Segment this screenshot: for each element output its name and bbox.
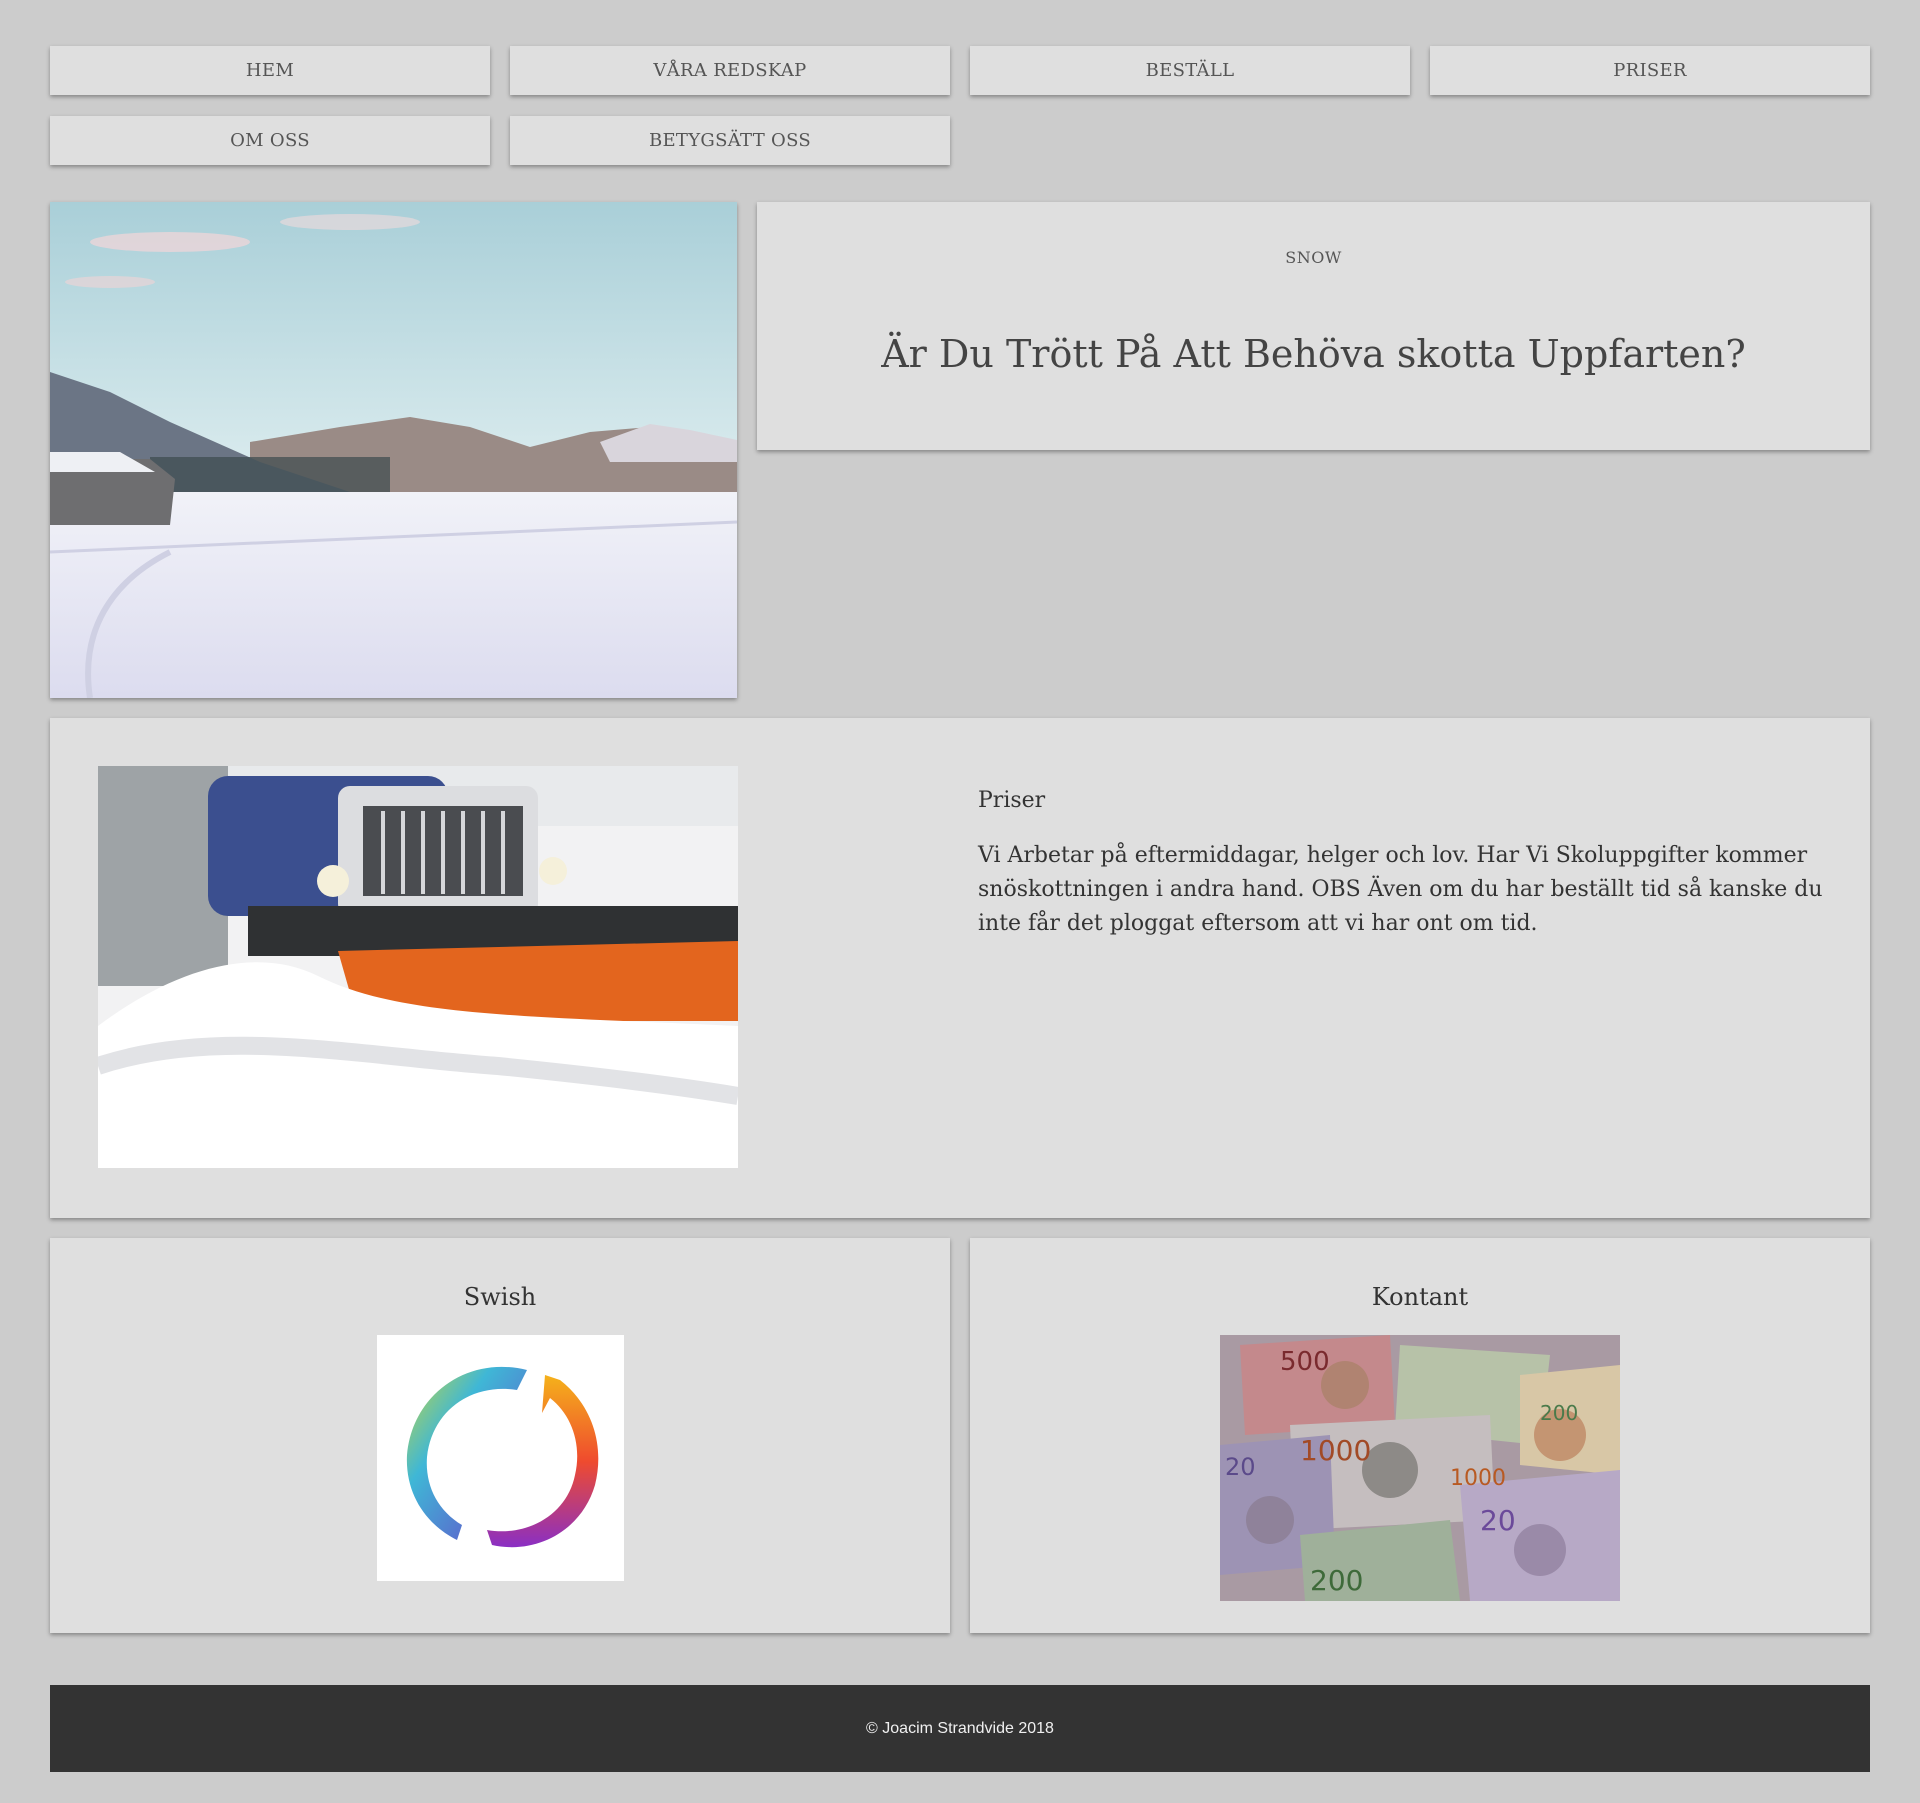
pricing-section: Priser Vi Arbetar på eftermiddagar, helg…: [50, 718, 1870, 1218]
banknotes-icon: 500 1000 1000 20 20 200 200: [1220, 1335, 1620, 1601]
svg-text:200: 200: [1310, 1564, 1363, 1597]
snowplow-image: [98, 766, 738, 1168]
copyright-text: © Joacim Strandvide 2018: [866, 1719, 1054, 1737]
svg-text:200: 200: [1540, 1401, 1578, 1425]
cash-card: Kontant 500 1000 1000 20 20 200 200: [970, 1238, 1870, 1633]
banknotes-image: 500 1000 1000 20 20 200 200: [1220, 1335, 1620, 1601]
swish-logo-image: [377, 1335, 624, 1581]
swish-logo-icon: [406, 1366, 599, 1548]
nav-bestall[interactable]: BESTÄLL: [970, 46, 1410, 95]
svg-text:500: 500: [1280, 1347, 1330, 1377]
svg-text:20: 20: [1225, 1453, 1256, 1481]
hero-panel: SNOW Är Du Trött På Att Behöva skotta Up…: [757, 202, 1870, 450]
pricing-text: Vi Arbetar på eftermiddagar, helger och …: [978, 843, 1823, 936]
cash-title: Kontant: [1371, 1283, 1469, 1311]
snowplow-icon: [98, 766, 738, 1168]
pricing-title: Priser: [978, 788, 1046, 813]
hero-image: [50, 202, 737, 698]
nav-priser[interactable]: PRISER: [1430, 46, 1870, 95]
swish-title: Swish: [463, 1283, 537, 1311]
svg-text:20: 20: [1480, 1504, 1516, 1537]
footer: © Joacim Strandvide 2018: [50, 1685, 1870, 1772]
swish-card: Swish: [50, 1238, 950, 1633]
svg-text:1000: 1000: [1450, 1466, 1506, 1491]
nav-om-oss[interactable]: OM OSS: [50, 116, 490, 165]
hero-kicker: SNOW: [1285, 248, 1342, 267]
nav-vara-redskap[interactable]: VÅRA REDSKAP: [510, 46, 950, 95]
nav-hem[interactable]: HEM: [50, 46, 490, 95]
svg-text:1000: 1000: [1300, 1434, 1371, 1467]
winter-landscape-icon: [50, 202, 737, 698]
hero-heading: Är Du Trött På Att Behöva skotta Uppfart…: [881, 332, 1746, 376]
nav-betygsatt-oss[interactable]: BETYGSÄTT OSS: [510, 116, 950, 165]
